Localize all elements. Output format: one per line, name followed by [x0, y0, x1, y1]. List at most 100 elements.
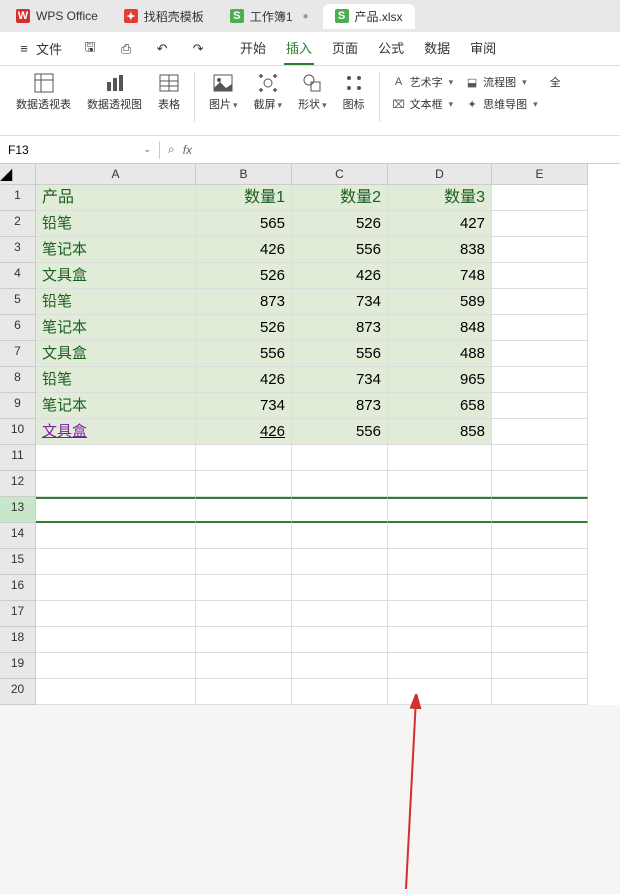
cell[interactable]: 873 — [292, 393, 388, 419]
cell[interactable] — [492, 601, 588, 627]
cell[interactable]: 426 — [292, 263, 388, 289]
cell[interactable]: 笔记本 — [36, 315, 196, 341]
cell[interactable] — [36, 523, 196, 549]
cell[interactable] — [388, 601, 492, 627]
cell[interactable]: 565 — [196, 211, 292, 237]
cell[interactable]: 748 — [388, 263, 492, 289]
cell[interactable]: 426 — [196, 419, 292, 445]
hamburger-button[interactable]: ≡ 文件 — [8, 35, 70, 62]
cell[interactable]: 526 — [196, 315, 292, 341]
close-icon[interactable]: ● — [303, 11, 309, 22]
redo-button[interactable]: ↷ — [182, 37, 214, 61]
row-header[interactable]: 14 — [0, 523, 36, 549]
menu-tab-data[interactable]: 数据 — [422, 32, 452, 65]
cell[interactable]: 文具盒 — [36, 341, 196, 367]
cell[interactable] — [492, 393, 588, 419]
cell[interactable]: 658 — [388, 393, 492, 419]
cell[interactable] — [292, 523, 388, 549]
cell[interactable] — [388, 679, 492, 705]
cell[interactable]: 426 — [196, 237, 292, 263]
menu-tab-page[interactable]: 页面 — [330, 32, 360, 65]
cell[interactable] — [492, 497, 588, 523]
cell[interactable] — [36, 627, 196, 653]
cell[interactable]: 526 — [196, 263, 292, 289]
cell[interactable]: 426 — [196, 367, 292, 393]
flowchart-button[interactable]: ⬓流程图▾ — [461, 72, 542, 92]
cell[interactable]: 858 — [388, 419, 492, 445]
menu-tab-formula[interactable]: 公式 — [376, 32, 406, 65]
cell[interactable]: 文具盒 — [36, 263, 196, 289]
cell[interactable]: 556 — [292, 419, 388, 445]
cell[interactable] — [492, 185, 588, 211]
cell[interactable] — [388, 523, 492, 549]
cell[interactable] — [292, 601, 388, 627]
row-header[interactable]: 7 — [0, 341, 36, 367]
cell[interactable]: 铅笔 — [36, 289, 196, 315]
cell[interactable] — [196, 653, 292, 679]
cell[interactable] — [196, 679, 292, 705]
cell[interactable] — [492, 627, 588, 653]
cell[interactable] — [36, 575, 196, 601]
cell[interactable] — [196, 471, 292, 497]
row-header[interactable]: 20 — [0, 679, 36, 705]
cell[interactable]: 873 — [196, 289, 292, 315]
cell[interactable] — [196, 445, 292, 471]
cell[interactable] — [492, 549, 588, 575]
screenshot-button[interactable]: 截屏▾ — [248, 72, 289, 112]
cell[interactable]: 838 — [388, 237, 492, 263]
row-header[interactable]: 5 — [0, 289, 36, 315]
cell[interactable]: 数量1 — [196, 185, 292, 211]
cell[interactable] — [492, 679, 588, 705]
row-header[interactable]: 9 — [0, 393, 36, 419]
cell[interactable] — [36, 549, 196, 575]
cell[interactable] — [492, 211, 588, 237]
row-header[interactable]: 12 — [0, 471, 36, 497]
row-header[interactable]: 13 — [0, 497, 36, 523]
undo-button[interactable]: ↶ — [146, 37, 178, 61]
cell[interactable] — [492, 653, 588, 679]
table-button[interactable]: 表格 — [152, 72, 186, 112]
cell[interactable] — [492, 445, 588, 471]
cell[interactable] — [36, 445, 196, 471]
save-button[interactable]: 🖫 — [74, 37, 106, 61]
cell[interactable] — [492, 367, 588, 393]
cell[interactable] — [388, 575, 492, 601]
cell[interactable] — [36, 471, 196, 497]
cell[interactable] — [388, 627, 492, 653]
menu-tab-start[interactable]: 开始 — [238, 32, 268, 65]
pivot-chart-button[interactable]: 数据透视图 — [81, 72, 148, 112]
formula-input-area[interactable]: ⌕ fx — [160, 142, 620, 157]
cell[interactable] — [388, 549, 492, 575]
cell[interactable]: 589 — [388, 289, 492, 315]
row-header[interactable]: 11 — [0, 445, 36, 471]
textbox-button[interactable]: ⌧文本框▾ — [388, 94, 458, 114]
cell[interactable] — [388, 497, 492, 523]
icons-button[interactable]: 图标 — [337, 72, 371, 112]
cell[interactable] — [492, 341, 588, 367]
col-header[interactable]: E — [492, 164, 588, 185]
search-icon[interactable]: ⌕ — [168, 142, 175, 157]
row-header[interactable]: 4 — [0, 263, 36, 289]
cell[interactable]: 铅笔 — [36, 211, 196, 237]
cell[interactable] — [196, 497, 292, 523]
cell[interactable] — [292, 497, 388, 523]
cell[interactable]: 556 — [292, 237, 388, 263]
row-header[interactable]: 1 — [0, 185, 36, 211]
row-header[interactable]: 8 — [0, 367, 36, 393]
cell[interactable] — [492, 289, 588, 315]
cell[interactable]: 铅笔 — [36, 367, 196, 393]
cell[interactable] — [292, 471, 388, 497]
cell[interactable]: 488 — [388, 341, 492, 367]
col-header[interactable]: C — [292, 164, 388, 185]
cell[interactable] — [36, 497, 196, 523]
pivot-table-button[interactable]: 数据透视表 — [10, 72, 77, 112]
cell[interactable] — [292, 679, 388, 705]
row-header[interactable]: 2 — [0, 211, 36, 237]
col-header[interactable]: D — [388, 164, 492, 185]
row-header[interactable]: 3 — [0, 237, 36, 263]
cell[interactable] — [388, 653, 492, 679]
col-header[interactable]: A — [36, 164, 196, 185]
more-button[interactable]: 全 — [546, 72, 565, 92]
cell[interactable] — [196, 627, 292, 653]
cell[interactable]: 556 — [196, 341, 292, 367]
